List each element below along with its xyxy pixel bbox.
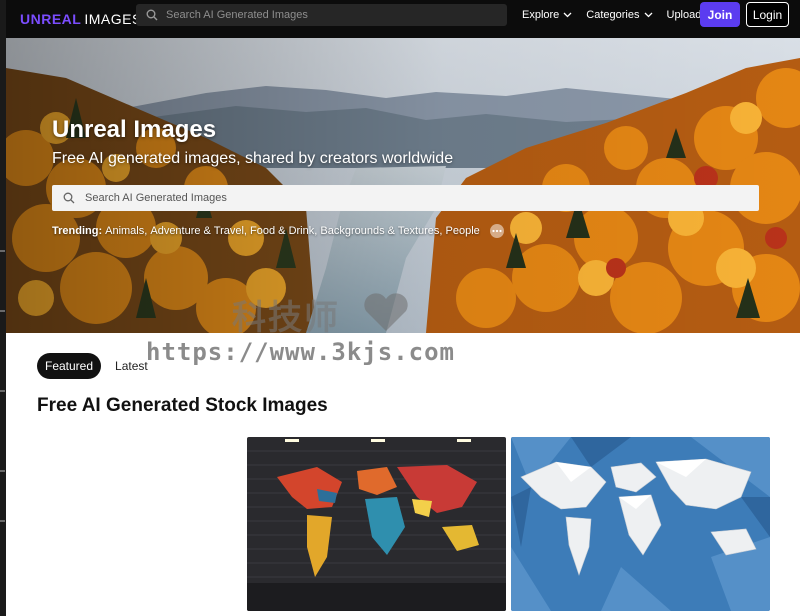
- section-title: Free AI Generated Stock Images: [37, 395, 328, 416]
- trending-tag-food-drink[interactable]: Food & Drink: [250, 225, 314, 237]
- logo-part-images: IMAGES: [84, 11, 142, 27]
- trending-tag-adventure-travel[interactable]: Adventure & Travel: [150, 225, 244, 237]
- tab-featured[interactable]: Featured: [37, 353, 102, 379]
- trending-tag-people[interactable]: People: [446, 225, 480, 237]
- logo-part-unreal: UNREAL: [20, 11, 82, 27]
- image-card-low-poly-world-map[interactable]: [511, 437, 770, 611]
- browser-viewport: UNREALIMAGES Explore Categories Upload J…: [0, 0, 800, 616]
- top-search-input[interactable]: [166, 9, 486, 21]
- nav-upload[interactable]: Upload: [667, 9, 702, 21]
- nav-explore-label: Explore: [522, 9, 560, 21]
- watermark-chinese-text: 科技师: [232, 298, 340, 338]
- trending-tag-backgrounds-textures[interactable]: Backgrounds & Textures: [320, 225, 439, 237]
- top-navbar: UNREALIMAGES Explore Categories Upload J…: [6, 0, 800, 38]
- chevron-down-icon: [563, 12, 572, 18]
- search-icon: [146, 9, 158, 21]
- watermark-heart-icon: [364, 293, 408, 331]
- tab-latest[interactable]: Latest: [107, 353, 156, 379]
- nav-upload-label: Upload: [666, 9, 702, 21]
- low-poly-world-map-image: [511, 437, 770, 611]
- nav-categories-label: Categories: [586, 9, 640, 21]
- site-logo[interactable]: UNREAL IMAGES: [20, 11, 142, 27]
- image-feed-tabs: Featured Latest: [37, 353, 156, 379]
- top-search-bar[interactable]: [136, 4, 507, 26]
- join-button[interactable]: Join: [700, 2, 740, 27]
- hero-title: Unreal Images: [52, 116, 217, 143]
- nav-categories[interactable]: Categories: [586, 9, 652, 21]
- login-button[interactable]: Login: [746, 2, 789, 27]
- hero-banner: Unreal Images Free AI generated images, …: [6, 38, 800, 333]
- ellipsis-icon: [492, 229, 502, 233]
- main-nav: Explore Categories Upload: [522, 0, 701, 30]
- hero-subtitle: Free AI generated images, shared by crea…: [52, 150, 454, 167]
- search-icon: [63, 192, 75, 204]
- hero-search-bar[interactable]: [52, 185, 759, 211]
- hero-search-input[interactable]: [85, 192, 725, 204]
- trending-tag-animals[interactable]: Animals: [105, 225, 144, 237]
- nav-explore[interactable]: Explore: [522, 9, 572, 21]
- watermark-url: https://www.3kjs.com: [146, 338, 455, 366]
- trending-label: Trending:: [52, 225, 103, 237]
- world-map-graffiti-image: [247, 437, 506, 611]
- trending-tags: Trending: Animals, Adventure & Travel, F…: [52, 224, 504, 238]
- more-tags-button[interactable]: [489, 224, 504, 238]
- image-card-colorful-world-map[interactable]: [247, 437, 506, 611]
- chevron-down-icon: [644, 12, 652, 18]
